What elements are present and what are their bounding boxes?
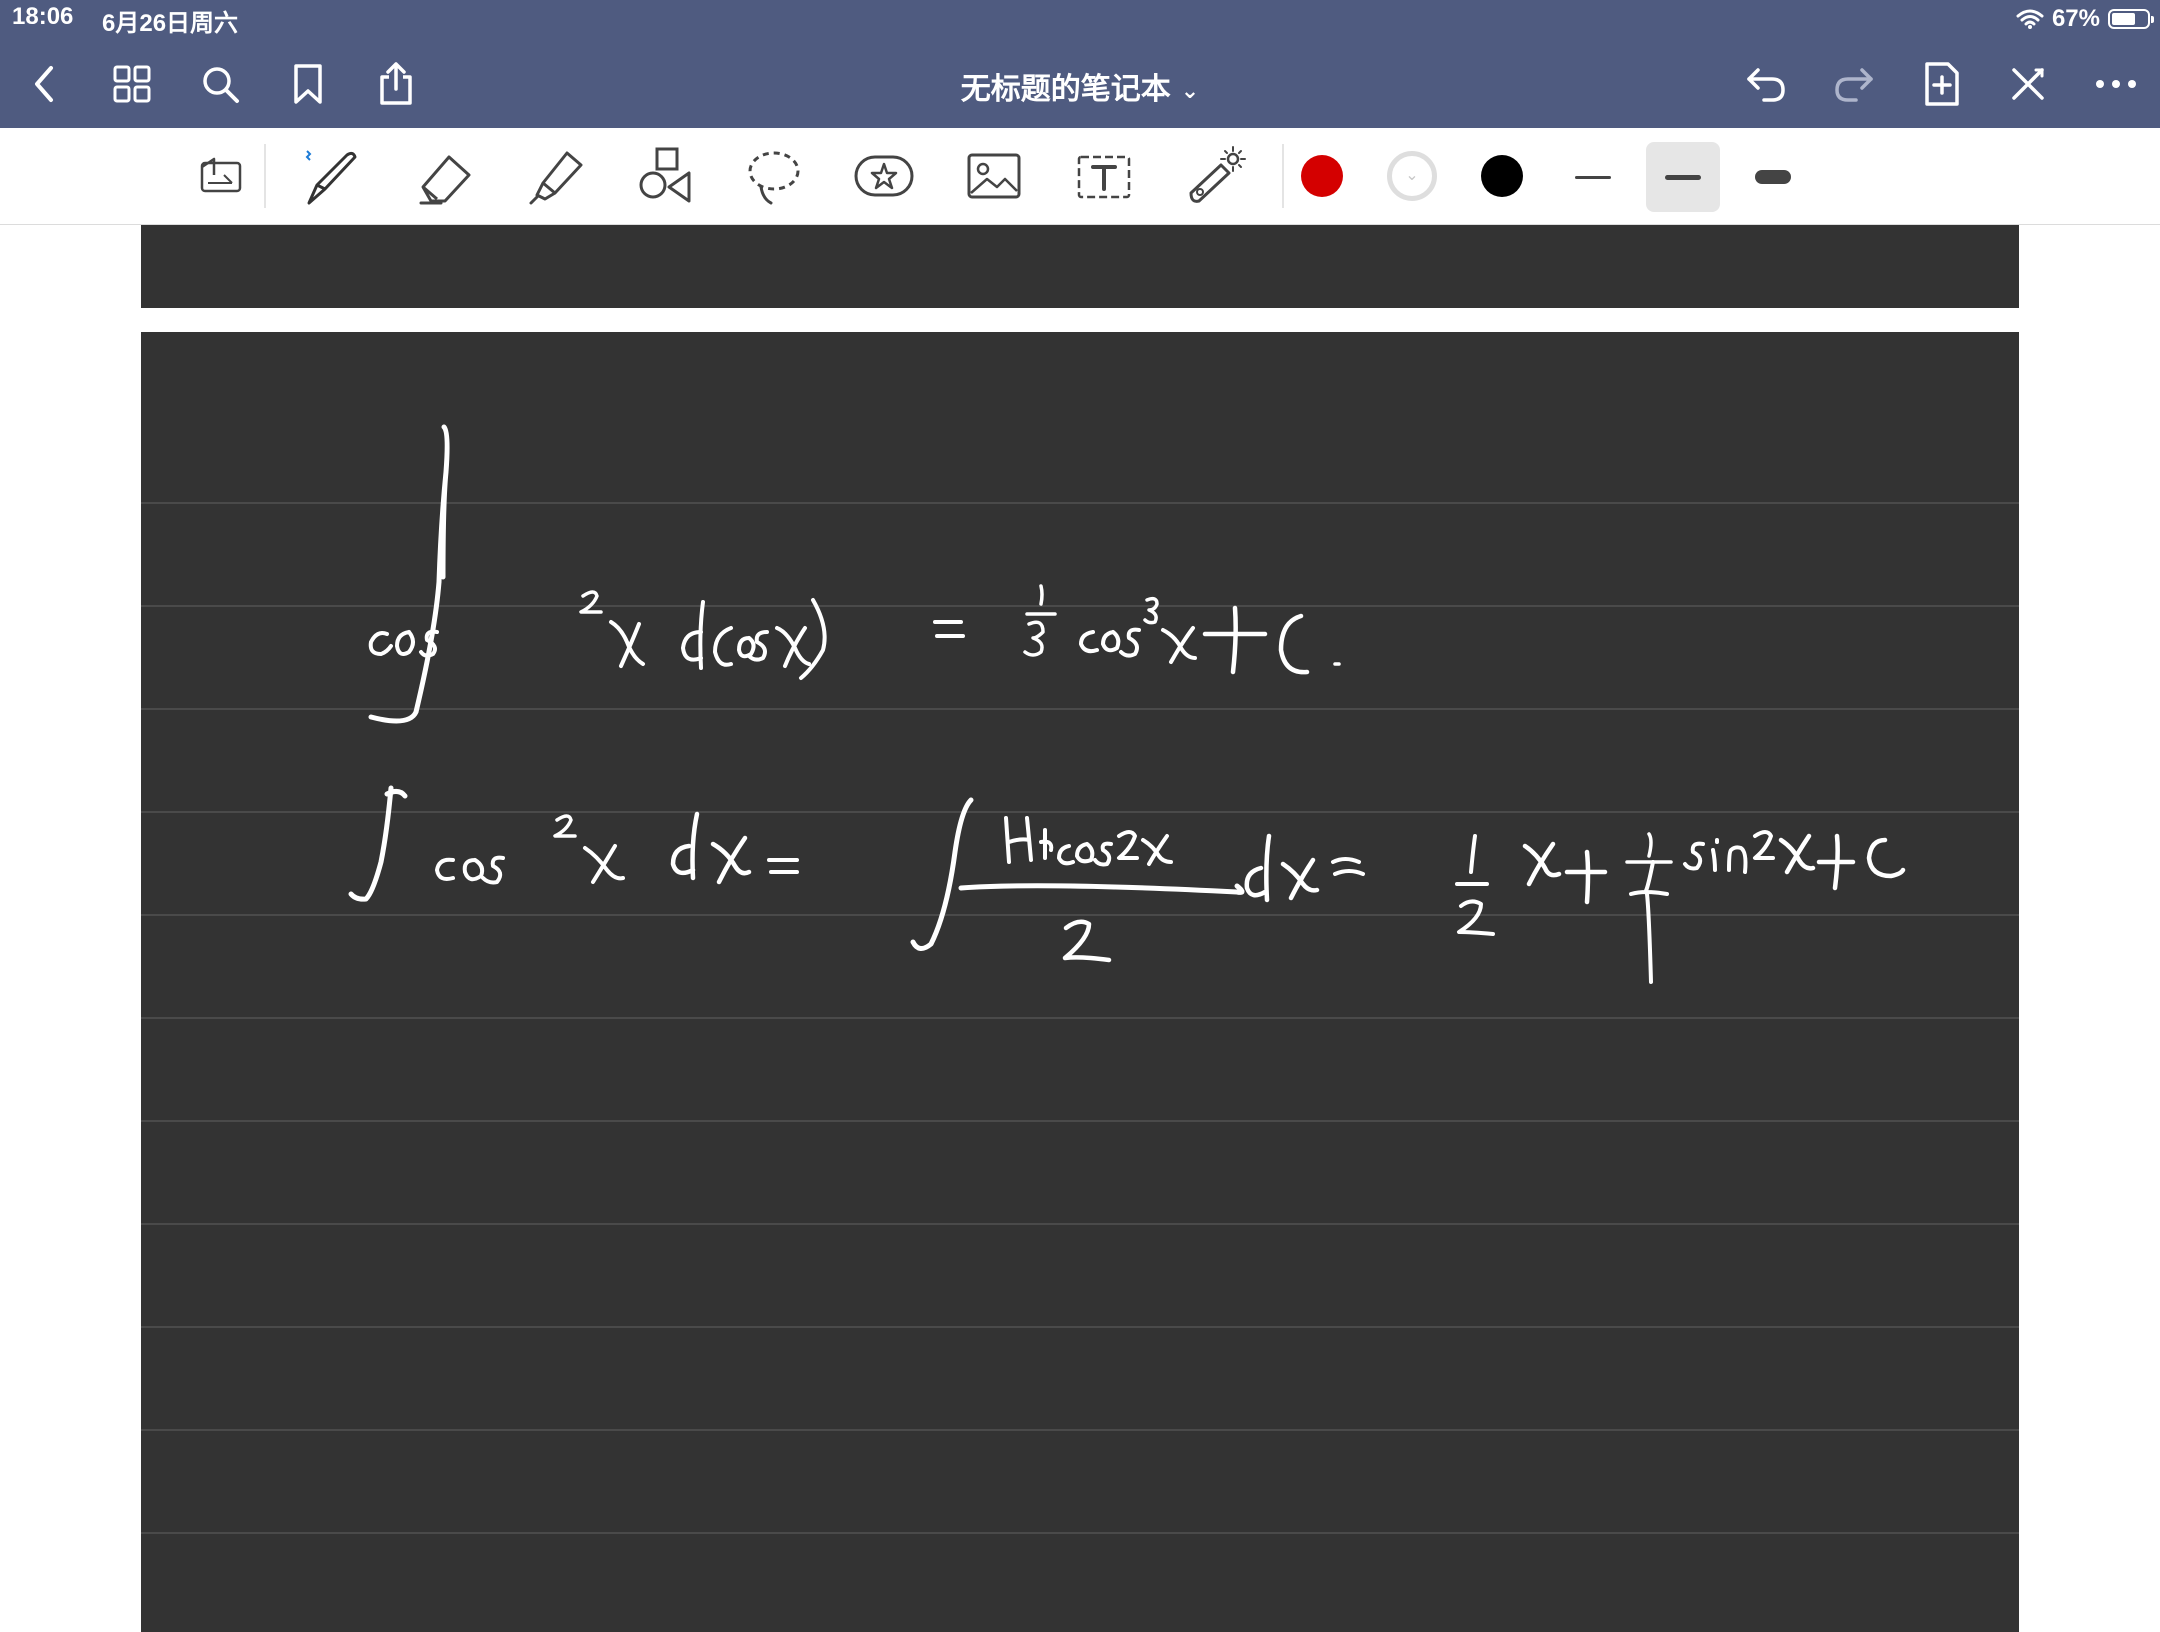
- undo-icon: [1747, 68, 1785, 102]
- note-canvas[interactable]: [0, 225, 2160, 1632]
- handwriting-ink: [348, 424, 1906, 984]
- image-tool[interactable]: [958, 140, 1030, 212]
- stroke-thin-icon: [1575, 175, 1611, 179]
- image-icon: [967, 153, 1021, 199]
- lasso-tool[interactable]: [738, 140, 810, 212]
- sticker-tool[interactable]: [848, 140, 920, 212]
- tool-bar: ⌄: [0, 128, 2160, 225]
- color-swatch-red[interactable]: [1294, 148, 1350, 204]
- status-bar: 18:06 6月26日周六 67%: [0, 0, 2160, 38]
- highlighter-icon: [529, 151, 583, 205]
- lasso-icon: [748, 151, 800, 205]
- chevron-down-icon: ⌄: [1180, 78, 1200, 104]
- shapes-icon: [639, 147, 691, 203]
- add-page-icon: [1925, 62, 1959, 106]
- eraser-tool[interactable]: [410, 140, 482, 212]
- shapes-tool[interactable]: [630, 140, 702, 212]
- stroke-medium-icon: [1665, 174, 1701, 180]
- handwritten-equation-1: [368, 424, 1341, 724]
- pen-icon: [305, 150, 357, 205]
- selected-check-icon: ⌄: [1405, 167, 1419, 184]
- stroke-medium-option[interactable]: [1646, 142, 1720, 212]
- text-icon: [1077, 155, 1131, 199]
- laser-off-icon: [2012, 68, 2044, 100]
- add-page-button[interactable]: [1914, 56, 1970, 112]
- battery-icon: [2108, 9, 2154, 29]
- more-icon: [2096, 80, 2136, 88]
- status-time: 18:06: [12, 3, 74, 30]
- highlighter-tool[interactable]: [520, 140, 592, 212]
- toolbar-divider: [264, 144, 266, 208]
- stroke-thin-option[interactable]: [1556, 142, 1630, 212]
- page-layout-icon: [200, 157, 242, 193]
- eraser-icon: [419, 155, 471, 205]
- battery-percent: 67%: [2051, 5, 2100, 32]
- laser-off-button[interactable]: [2000, 56, 2056, 112]
- stroke-thick-option[interactable]: [1736, 142, 1810, 212]
- status-date: 6月26日周六: [102, 10, 239, 37]
- toolbar-divider: [1282, 144, 1284, 208]
- sticker-icon: [854, 155, 914, 197]
- pen-tool[interactable]: [294, 140, 366, 212]
- redo-button[interactable]: [1826, 56, 1882, 112]
- more-button[interactable]: [2088, 56, 2144, 112]
- wifi-icon: [2016, 9, 2044, 29]
- previous-page[interactable]: [141, 225, 2019, 308]
- laser-pointer-icon: [1189, 146, 1246, 203]
- current-page[interactable]: [141, 332, 2019, 1632]
- stroke-thick-icon: [1755, 170, 1791, 184]
- nav-bar: 无标题的笔记本 ⌄: [0, 38, 2160, 128]
- text-tool[interactable]: [1068, 140, 1140, 212]
- page-layout-button[interactable]: [186, 140, 258, 212]
- undo-button[interactable]: [1738, 56, 1794, 112]
- notebook-title: 无标题的笔记本: [960, 73, 1171, 106]
- handwritten-equation-2: [348, 785, 1906, 984]
- color-swatch-white[interactable]: ⌄: [1384, 148, 1440, 204]
- redo-icon: [1835, 68, 1873, 102]
- status-indicators: 67%: [2016, 3, 2154, 35]
- laser-pointer-tool[interactable]: [1178, 140, 1250, 212]
- color-swatch-black[interactable]: [1474, 148, 1530, 204]
